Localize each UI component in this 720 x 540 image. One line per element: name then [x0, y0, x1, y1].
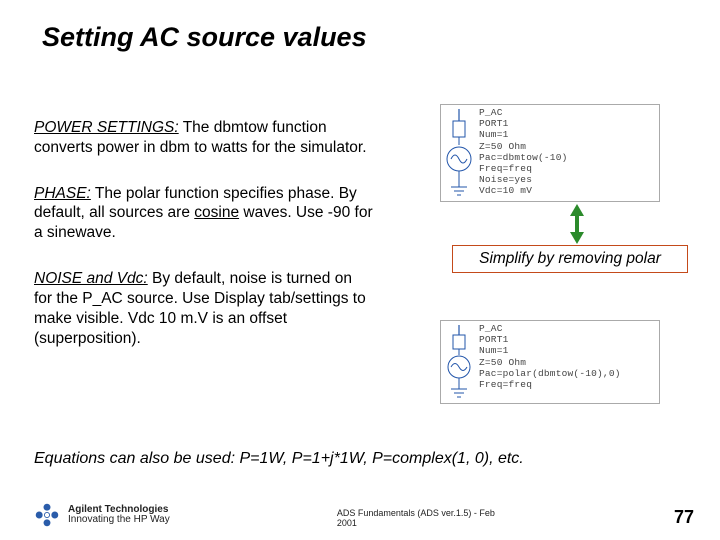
- source-symbol-icon: [445, 325, 473, 401]
- d2-l6: Freq=freq: [479, 379, 656, 390]
- d1-l4: Z=50 Ohm: [479, 141, 656, 152]
- d1-l3: Num=1: [479, 129, 656, 140]
- para-phase: PHASE: The polar function specifies phas…: [34, 184, 374, 243]
- d1-l6: Freq=freq: [479, 163, 656, 174]
- callout: Simplify by removing polar: [452, 245, 688, 273]
- d1-l2: PORT1: [479, 118, 656, 129]
- d2-l5: Pac=polar(dbmtow(-10),0): [479, 368, 656, 379]
- arrow-shaft: [575, 214, 579, 236]
- logo-text: Agilent Technologies Innovating the HP W…: [68, 505, 170, 526]
- power-label: POWER SETTINGS:: [34, 119, 179, 136]
- phase-label: PHASE:: [34, 185, 91, 202]
- d2-l4: Z=50 Ohm: [479, 357, 656, 368]
- noise-label: NOISE and Vdc:: [34, 270, 148, 287]
- page-number: 77: [674, 507, 694, 528]
- schematic-1: P_AC PORT1 Num=1 Z=50 Ohm Pac=dbmtow(-10…: [440, 104, 660, 202]
- logo-block: Agilent Technologies Innovating the HP W…: [34, 502, 170, 528]
- d2-l3: Num=1: [479, 345, 656, 356]
- course-info: ADS Fundamentals (ADS ver.1.5) - Feb 200…: [337, 508, 507, 528]
- d1-l7: Noise=yes: [479, 174, 656, 185]
- agilent-logo-icon: [34, 502, 60, 528]
- d1-l5: Pac=dbmtow(-10): [479, 152, 656, 163]
- phase-cosine: cosine: [194, 204, 239, 221]
- body-text: POWER SETTINGS: The dbmtow function conv…: [34, 118, 374, 374]
- d1-l8: Vdc=10 mV: [479, 185, 656, 196]
- source-symbol-icon: [445, 109, 473, 199]
- para-power: POWER SETTINGS: The dbmtow function conv…: [34, 118, 374, 158]
- d1-l1: P_AC: [479, 107, 656, 118]
- schematic-2: P_AC PORT1 Num=1 Z=50 Ohm Pac=polar(dbmt…: [440, 320, 660, 404]
- brand-tagline: Innovating the HP Way: [68, 515, 170, 526]
- para-noise: NOISE and Vdc: By default, noise is turn…: [34, 269, 374, 348]
- d2-l2: PORT1: [479, 334, 656, 345]
- footer: Agilent Technologies Innovating the HP W…: [34, 502, 694, 528]
- slide-title: Setting AC source values: [0, 0, 720, 53]
- equations-note: Equations can also be used: P=1W, P=1+j*…: [34, 450, 524, 468]
- d2-l1: P_AC: [479, 323, 656, 334]
